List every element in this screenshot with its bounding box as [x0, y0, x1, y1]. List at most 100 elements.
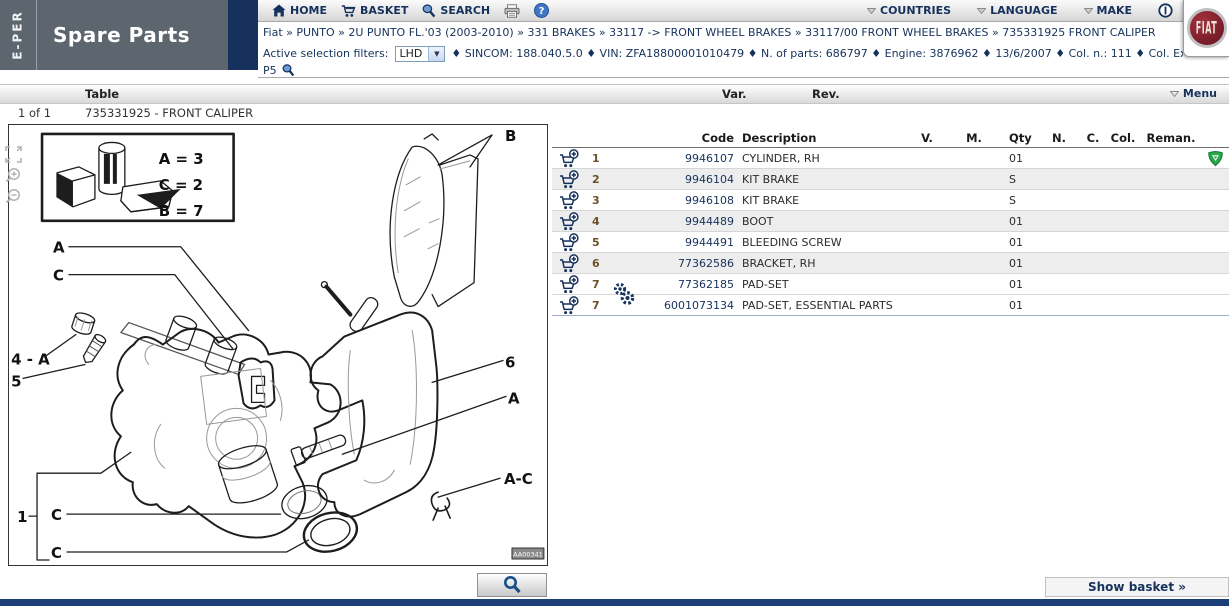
zoom-in-icon[interactable] [5, 167, 22, 184]
var-label: Var. [722, 87, 747, 101]
part-description: PAD-SET [742, 278, 789, 291]
app-title: Spare Parts [53, 23, 191, 47]
part-code[interactable]: 77362586 [636, 257, 734, 270]
filter-search-icon[interactable] [282, 63, 295, 77]
chevron-down-icon [977, 7, 987, 14]
callout-c-bottom2: C [51, 544, 62, 562]
add-to-basket-button[interactable] [552, 295, 586, 316]
part-code[interactable]: 9946104 [636, 173, 734, 186]
drawing-title-row: 1 of 1 735331925 - FRONT CALIPER [0, 106, 1229, 122]
magnifier-icon [504, 576, 521, 594]
col-col: Col. [1110, 130, 1136, 145]
part-code[interactable]: 9946108 [636, 194, 734, 207]
drawing-code-tag: AA00341 [511, 547, 545, 560]
chevron-down-icon [867, 7, 876, 14]
make-menu[interactable]: MAKE [1083, 4, 1132, 17]
table-row[interactable]: 4 9944489 BOOT 01 [552, 211, 1229, 232]
add-to-basket-button[interactable] [552, 232, 586, 253]
part-code[interactable]: 9944489 [636, 215, 734, 228]
add-to-basket-icon [560, 169, 579, 188]
part-qty: S [1009, 173, 1016, 186]
part-qty: 01 [1009, 299, 1023, 312]
callout-4a: 4 - A [11, 350, 50, 368]
chevron-down-icon [1169, 90, 1179, 97]
add-to-basket-icon [560, 211, 579, 230]
print-button[interactable] [504, 3, 520, 18]
piston-drawing [217, 445, 279, 504]
info-button[interactable] [1158, 3, 1173, 18]
legend-line-a: A = 3 [159, 150, 204, 168]
diagram-search-button[interactable] [477, 573, 547, 597]
part-code[interactable]: 9944491 [636, 236, 734, 249]
reman-icon [1207, 150, 1223, 167]
diagram-zoom-tools [5, 146, 22, 205]
callout-c-left: C [53, 267, 64, 285]
callout-b: B [505, 127, 516, 145]
eper-vertical-logo: E-PER [0, 0, 37, 70]
select-arrow-icon: ▼ [428, 46, 445, 61]
add-to-basket-icon [560, 232, 579, 251]
language-label: LANGUAGE [990, 4, 1058, 17]
part-code[interactable]: 77362185 [636, 278, 734, 291]
table-row[interactable]: 1 9946107 CYLINDER, RH 01 [552, 148, 1229, 169]
menu-label: Menu [1182, 87, 1217, 100]
countries-menu[interactable]: COUNTRIES [867, 4, 951, 17]
fiat-logo-text: FIAT [1195, 18, 1218, 38]
add-to-basket-button[interactable] [552, 211, 586, 232]
countries-label: COUNTRIES [880, 4, 952, 17]
row-number: 3 [592, 194, 600, 207]
table-label: Table [85, 87, 120, 101]
table-row[interactable]: 6 77362586 BRACKET, RH 01 [552, 253, 1229, 274]
add-to-basket-button[interactable] [552, 190, 586, 211]
fiat-logo[interactable]: FIAT [1183, 0, 1229, 57]
drive-select[interactable]: LHD ▼ [394, 45, 446, 62]
table-row[interactable]: 7 6001073134 PAD-SET, ESSENTIAL PARTS 01 [552, 295, 1229, 316]
legend-box [40, 132, 235, 223]
language-menu[interactable]: LANGUAGE [977, 4, 1058, 17]
callout-5: 5 [11, 372, 21, 390]
row-number: 5 [592, 236, 600, 249]
info-icon [1158, 3, 1173, 18]
part-description: PAD-SET, ESSENTIAL PARTS [742, 299, 893, 312]
drawing-title: 735331925 - FRONT CALIPER [85, 106, 254, 120]
fit-view-icon[interactable] [5, 146, 22, 163]
col-description: Description [742, 130, 817, 145]
col-c: C. [1086, 130, 1100, 145]
add-to-basket-icon [560, 148, 579, 167]
callout-1: 1 [17, 508, 27, 526]
row-number: 2 [592, 173, 600, 186]
col-v: V. [921, 130, 933, 145]
table-row[interactable]: 5 9944491 BLEEDING SCREW 01 [552, 232, 1229, 253]
col-m: M. [966, 130, 982, 145]
part-code[interactable]: 9946107 [636, 152, 734, 165]
fiat-logo-circle: FIAT [1186, 8, 1227, 48]
table-row[interactable]: 7 77362185 PAD-SET 01 [552, 274, 1229, 305]
table-row[interactable]: 2 9946104 KIT BRAKE S [552, 169, 1229, 190]
search-button[interactable]: SEARCH [422, 3, 490, 18]
add-to-basket-button[interactable] [552, 169, 586, 190]
callout-a-left: A [53, 239, 65, 257]
table-row[interactable]: 3 9946108 KIT BRAKE S [552, 190, 1229, 211]
gears-icon [613, 282, 635, 305]
part-description: CYLINDER, RH [742, 152, 820, 165]
add-to-basket-button[interactable] [552, 148, 586, 169]
legend-line-b: B = 7 [159, 202, 204, 220]
add-to-basket-button[interactable] [552, 253, 586, 274]
menu-button[interactable]: Menu [1169, 87, 1217, 100]
callout-a-right: A [508, 389, 520, 407]
parts-table-header: Code Description V. M. Qty N. C. Col. Re… [552, 128, 1229, 148]
col-qty: Qty [1009, 130, 1032, 145]
part-code[interactable]: 6001073134 [636, 299, 734, 312]
bracket-drawing [309, 280, 439, 518]
home-button[interactable]: HOME [272, 4, 327, 17]
caliper-body-drawing [110, 327, 342, 539]
basket-icon [341, 4, 356, 17]
help-button[interactable]: ? [534, 3, 550, 18]
add-to-basket-button[interactable] [552, 274, 586, 295]
eper-vertical-label: E-PER [11, 10, 26, 60]
table-toolbar: Table Var. Rev. Menu [0, 84, 1229, 104]
filters-label: Active selection filters: [263, 47, 389, 60]
zoom-out-icon[interactable] [5, 188, 22, 205]
show-basket-button[interactable]: Show basket » [1045, 577, 1229, 597]
basket-button[interactable]: BASKET [341, 4, 408, 18]
